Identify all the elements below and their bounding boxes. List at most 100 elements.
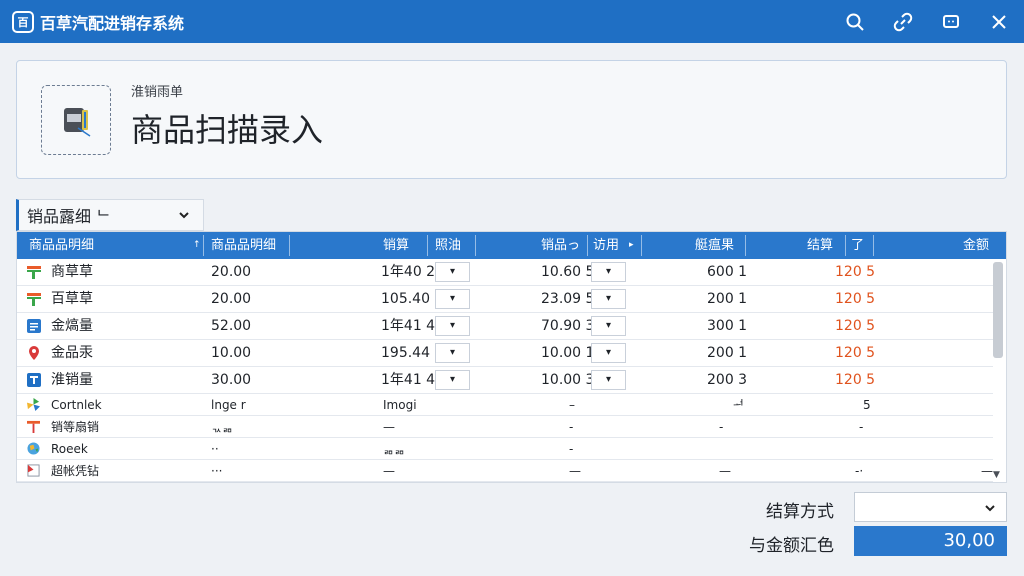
row-select-1[interactable]: ▾ — [435, 289, 470, 309]
row-name: Roeek — [51, 442, 88, 456]
row-col4: 10.00 1 — [541, 345, 595, 361]
table-row[interactable]: 商草草 20.00 1年40 2 ▾ 10.60 5 ▾ 600 1 120 5 — [17, 259, 993, 286]
row-select-1[interactable]: ▾ — [435, 370, 470, 390]
total-amount-value: 30,00 — [854, 526, 1007, 556]
category-icon — [27, 266, 41, 279]
table-row[interactable]: 百草草 20.00 105.40 5 ▾ 23.09 5 ▾ 200 1 120… — [17, 286, 993, 313]
row-col1: 52.00 — [211, 318, 252, 334]
tool-icon — [27, 420, 40, 433]
row-col6: 200 1 — [707, 345, 748, 361]
scroll-down-arrow-icon[interactable]: ▼ — [993, 470, 1000, 480]
chevron-down-icon — [177, 207, 191, 226]
search-icon[interactable] — [842, 9, 868, 35]
row-col1: 10.00 — [211, 345, 252, 361]
row-col1: ᆪᆱ — [211, 420, 234, 434]
items-table: 商品品明细 ↑ 商品品明细 销算 照油 销品っ 访用 ▸ 艇瘟果 结算 了 金额… — [16, 231, 1007, 483]
row-col6: 200 1 — [707, 291, 748, 307]
scan-drop-zone[interactable] — [41, 85, 111, 155]
row-col2: — — [383, 420, 395, 434]
col-header-usage[interactable]: 访用 — [593, 232, 619, 259]
list-item[interactable]: 超帐凭钻 ··· — — — -· — — [17, 460, 993, 482]
row-col1: ·· — [211, 442, 219, 456]
sort-icon[interactable]: ↑ — [193, 232, 201, 259]
row-name: 金品汞 — [51, 345, 93, 361]
col-header-misc[interactable]: 了 — [851, 232, 864, 259]
row-col6: — — [719, 464, 731, 478]
col-header-oil[interactable]: 照油 — [435, 232, 461, 259]
total-amount-label: 与金额汇色 — [749, 536, 834, 556]
col-header-settle[interactable]: 结算 — [807, 232, 833, 259]
list-item[interactable]: 销等扇销 ᆪᆱ — - - - — [17, 416, 993, 438]
col-header-detail[interactable]: 商品品明细 — [211, 232, 276, 259]
row-col6: 600 1 — [707, 264, 748, 280]
row-col2: — — [383, 464, 395, 478]
col-header-amount[interactable]: 艇瘟果 — [695, 232, 734, 259]
category-icon — [27, 293, 41, 306]
table-header: 商品品明细 ↑ 商品品明细 销算 照油 销品っ 访用 ▸ 艇瘟果 结算 了 金额 — [17, 232, 1006, 259]
row-col7: - — [859, 420, 864, 434]
chevron-down-icon — [983, 500, 997, 519]
link-icon[interactable] — [890, 9, 916, 35]
row-col7: 120 5 — [835, 264, 876, 280]
payment-method-select[interactable] — [854, 492, 1007, 522]
row-select-2[interactable]: ▾ — [591, 262, 626, 282]
col-header-sales[interactable]: 销算 — [383, 232, 409, 259]
row-select-1[interactable]: ▾ — [435, 343, 470, 363]
row-col1: 20.00 — [211, 291, 252, 307]
row-select-2[interactable]: ▾ — [591, 316, 626, 336]
row-col2: 1年41 4 — [381, 372, 436, 388]
row-col7: 120 5 — [835, 372, 876, 388]
row-col1: 30.00 — [211, 372, 252, 388]
table-row[interactable]: 金品汞 10.00 195.44 5 ▾ 10.00 1 ▾ 200 1 120… — [17, 340, 993, 367]
row-select-2[interactable]: ▾ — [591, 343, 626, 363]
row-col2: 1年41 4 — [381, 318, 436, 334]
row-name: Cortnlek — [51, 398, 102, 412]
table-scrollbar[interactable]: ▼ — [993, 262, 1003, 480]
app-logo-icon: 百 — [12, 10, 34, 33]
list-item[interactable]: Cortnlek lnge r Imogi – ᅿ 5 — [17, 394, 993, 416]
scroll-thumb[interactable] — [993, 262, 1003, 358]
close-icon[interactable] — [986, 9, 1012, 35]
row-name: 商草草 — [51, 264, 93, 280]
payment-method-label: 结算方式 — [766, 502, 834, 522]
row-col4: - — [569, 442, 574, 456]
row-col4: 23.09 5 — [541, 291, 595, 307]
table-row[interactable]: 金熇量 52.00 1年41 4 ▾ 70.90 3 ▾ 300 1 120 5 — [17, 313, 993, 340]
table-row[interactable]: 淮销量 30.00 1年41 4 ▾ 10.00 3 ▾ 200 3 120 5 — [17, 367, 993, 394]
row-col6: - — [719, 420, 724, 434]
page-title: 商品扫描录入 — [131, 111, 324, 149]
row-select-2[interactable]: ▾ — [591, 289, 626, 309]
row-name: 淮销量 — [51, 372, 93, 388]
row-col4: 70.90 3 — [541, 318, 595, 334]
col-header-product[interactable]: 销品っ — [541, 232, 580, 259]
col-header-usage-marker: ▸ — [629, 240, 634, 250]
col-header-name[interactable]: 商品品明细 — [29, 232, 94, 259]
row-col4: — — [569, 464, 581, 478]
row-col2: 195.44 5 — [381, 345, 444, 361]
header-card: 淮销雨单 商品扫描录入 — [16, 60, 1007, 179]
row-col7: 5 — [863, 398, 871, 412]
list-item[interactable]: Roeek ·· ᆱᆱ - — [17, 438, 993, 460]
row-col1: 20.00 — [211, 264, 252, 280]
col-header-total[interactable]: 金额 — [963, 232, 989, 259]
row-col2: 1年40 2 — [381, 264, 436, 280]
chat-icon[interactable] — [938, 9, 964, 35]
section-dropdown[interactable]: 销品露细 ᄂ — [16, 199, 204, 231]
text-icon — [27, 373, 41, 387]
row-col2: Imogi — [383, 398, 417, 412]
row-select-2[interactable]: ▾ — [591, 370, 626, 390]
row-col7: 120 5 — [835, 291, 876, 307]
list-icon — [27, 319, 41, 333]
row-name: 金熇量 — [51, 318, 93, 334]
row-name: 百草草 — [51, 291, 93, 307]
row-col4: – — [569, 398, 575, 412]
row-col1: lnge r — [211, 398, 246, 412]
row-col4: 10.60 5 — [541, 264, 595, 280]
barcode-scanner-icon — [64, 108, 91, 137]
row-col6: ᅿ — [733, 398, 745, 412]
row-select-1[interactable]: ▾ — [435, 316, 470, 336]
row-select-1[interactable]: ▾ — [435, 262, 470, 282]
row-col7: -· — [855, 464, 864, 478]
section-dropdown-label: 销品露细 ᄂ — [27, 207, 111, 226]
globe-icon — [27, 442, 40, 455]
